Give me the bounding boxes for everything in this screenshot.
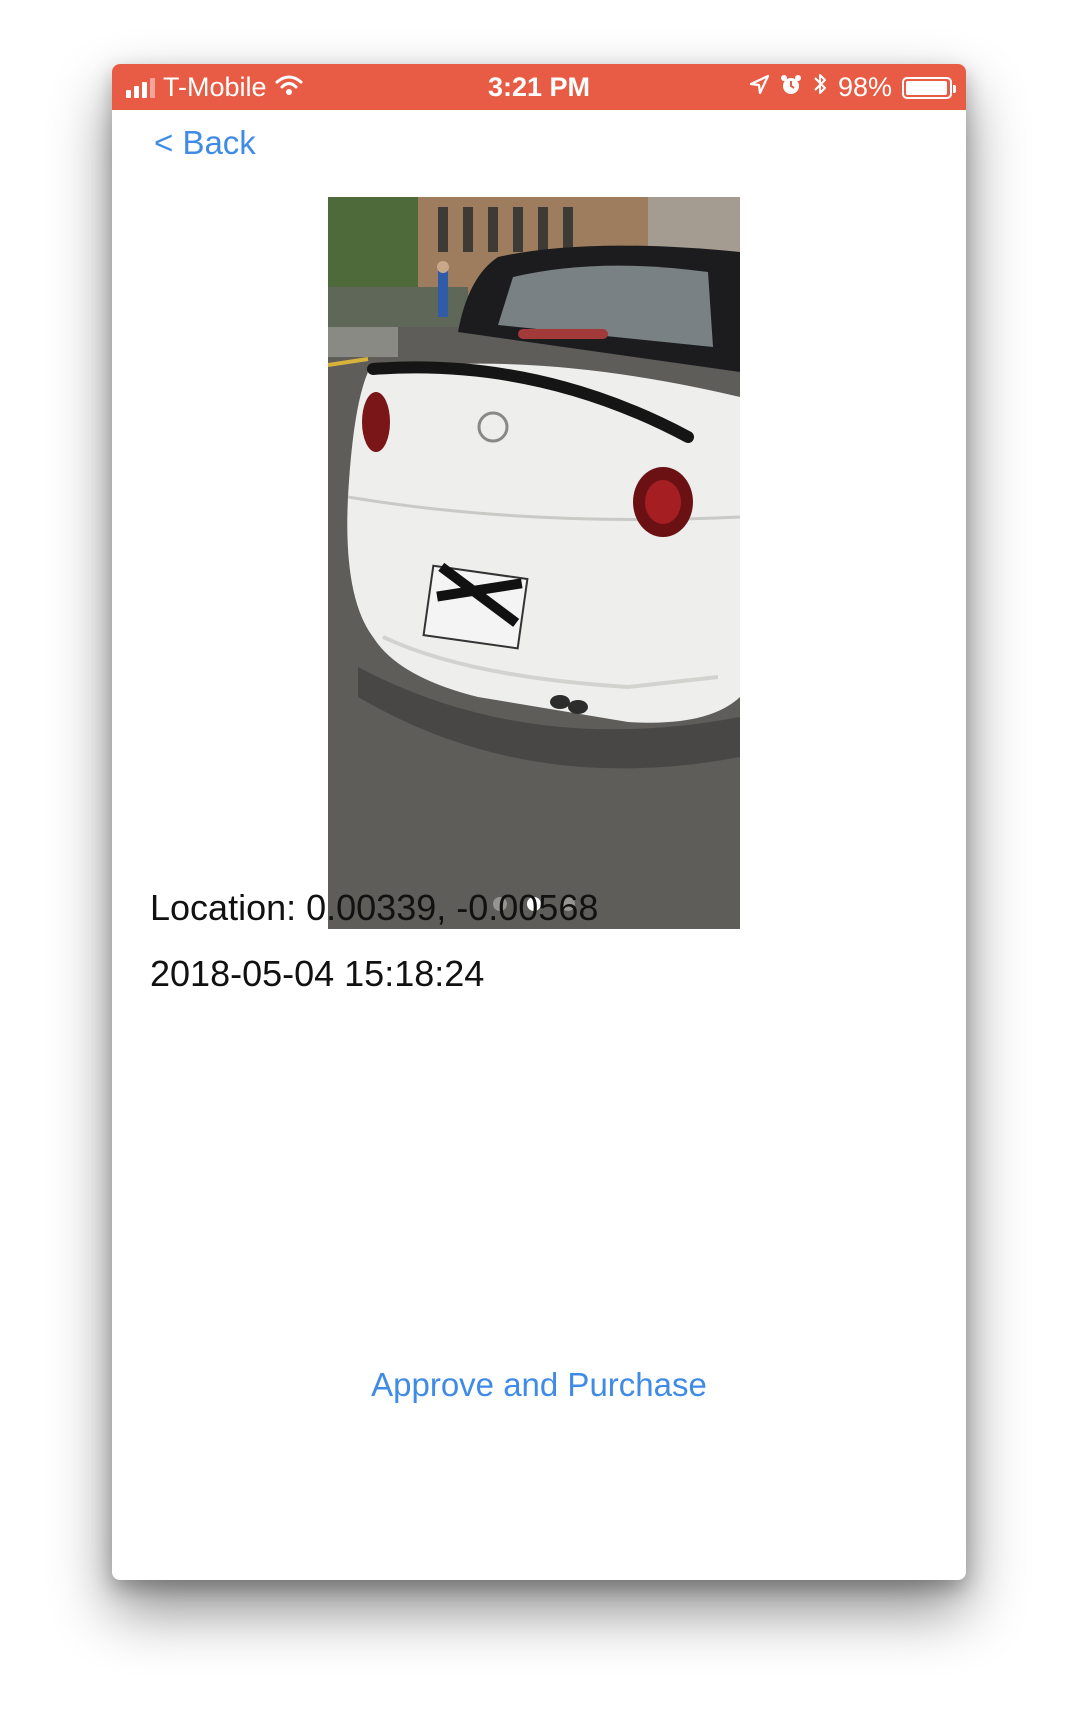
location-text: Location: 0.00339, -0.00568 — [150, 887, 599, 928]
status-bar: T-Mobile 3:21 PM 98% — [112, 64, 966, 110]
back-button[interactable]: < Back — [154, 124, 256, 162]
car-photo-image — [328, 197, 740, 929]
phone-screen: T-Mobile 3:21 PM 98% < Back Location: 0.… — [112, 64, 966, 1580]
approve-and-purchase-button[interactable]: Approve and Purchase — [112, 1366, 966, 1404]
timestamp-text: 2018-05-04 15:18:24 — [150, 953, 485, 994]
status-right: 98% — [748, 72, 956, 103]
battery-level — [906, 80, 948, 95]
bluetooth-icon — [812, 72, 828, 103]
battery-percent: 98% — [837, 72, 892, 102]
alarm-clock-icon — [780, 72, 802, 103]
location-arrow-icon — [748, 72, 770, 103]
battery-icon — [902, 76, 956, 99]
car-photo[interactable] — [328, 197, 740, 929]
